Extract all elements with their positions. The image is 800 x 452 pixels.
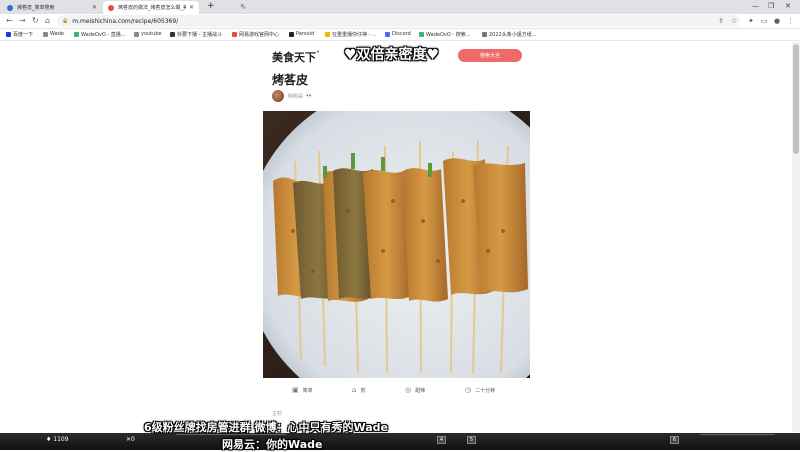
lock-icon: 🔒	[62, 18, 69, 24]
reload-icon[interactable]: ↻	[32, 16, 39, 25]
recipe-title: 烤茖皮	[272, 73, 309, 87]
meta-technique: ⌂ 煎	[352, 386, 366, 394]
minimize-icon[interactable]: —	[752, 2, 759, 10]
tab-title: 烤茖皮_简单搜索	[17, 5, 55, 11]
ingredients-label: 主料	[272, 411, 283, 417]
bookmark-icon	[134, 31, 139, 37]
bookmark-icon	[419, 32, 424, 37]
bookmark-icon	[74, 32, 79, 37]
stream-subtitle-line-1: 6级粉丝牌找房管进群 微博：心中只有秀的Wade	[144, 421, 388, 434]
recipe-tab-favicon-icon	[108, 4, 114, 11]
author-badge-icon: 👀	[306, 93, 313, 99]
key-4: 4	[437, 436, 446, 444]
bookmark-item[interactable]: youtube	[134, 31, 162, 37]
tab-title: 烤茖皮的做法_烤茖皮怎么做_美	[118, 5, 186, 11]
bookmark-icon	[232, 32, 237, 37]
bookmark-icon	[6, 32, 11, 37]
tab-search[interactable]: 烤茖皮_简单搜索 ✕	[2, 1, 102, 14]
home-icon[interactable]: ⌂	[45, 16, 50, 25]
bookmark-item[interactable]: 百度一下	[6, 31, 33, 38]
bookmark-icon	[482, 32, 487, 37]
bookmark-star-icon[interactable]: ☆	[731, 17, 737, 25]
maximize-icon[interactable]: ❐	[768, 2, 774, 10]
bookmark-item[interactable]: Wade	[43, 31, 64, 37]
bookmark-icon	[43, 31, 48, 37]
cooking-pot-icon: ⌂	[352, 386, 357, 394]
key-5: 5	[467, 436, 476, 444]
bookmark-item[interactable]: Parsoid	[289, 31, 314, 37]
bookmark-item[interactable]: WadeOvO - 直播...	[74, 31, 126, 38]
difficulty-icon: ▣	[292, 386, 299, 394]
food-image	[263, 111, 530, 378]
tab-recipe[interactable]: 烤茖皮的做法_烤茖皮怎么做_美 ✕	[103, 1, 199, 14]
bookmark-icon	[170, 32, 175, 37]
profile-icon[interactable]: ●	[774, 17, 780, 25]
site-logo[interactable]: 美食天下•	[272, 49, 320, 65]
clock-icon: ◷	[465, 386, 472, 394]
bookmark-icon	[325, 32, 330, 37]
close-tab-icon[interactable]: ✕	[92, 4, 97, 11]
author-avatar[interactable]	[272, 90, 284, 102]
scrollbar-thumb[interactable]	[793, 44, 799, 154]
share-icon[interactable]: ⇪	[718, 17, 724, 25]
meta-difficulty: ▣ 简单	[292, 386, 313, 394]
zero-counter: ✕0	[126, 436, 135, 443]
search-tab-favicon-icon	[7, 4, 13, 11]
new-tab-button[interactable]: +	[207, 1, 215, 11]
menu-icon[interactable]: ⋮	[787, 17, 794, 25]
viewer-count: ♦ 1109	[46, 436, 69, 443]
bookmark-item[interactable]: 2022头条小姐方纸...	[482, 31, 537, 38]
bookmark-item[interactable]: Discord	[385, 31, 411, 37]
stream-overlay-text: ♥双倍亲密度♥	[344, 47, 440, 63]
close-window-icon[interactable]: ✕	[785, 2, 791, 10]
bookmark-item[interactable]: 网易游戏官网中心	[232, 31, 279, 38]
meta-time: ◷ 二十分钟	[465, 386, 496, 394]
forward-icon[interactable]: →	[19, 16, 26, 25]
taste-icon: ◎	[405, 386, 412, 394]
bookmarks-bar: 百度一下 Wade WadeOvO - 直播... youtube 抖要下播 -…	[0, 29, 800, 41]
recipe-photo	[263, 111, 530, 378]
sidebar-icon[interactable]: ▭	[761, 17, 768, 25]
back-icon[interactable]: ←	[6, 16, 13, 25]
mouse-cursor-icon: ⇖	[240, 2, 247, 11]
bookmark-icon	[385, 31, 390, 37]
page-scrollbar[interactable]	[792, 42, 800, 432]
close-tab-icon[interactable]: ✕	[189, 4, 194, 11]
bookmark-item[interactable]: 在重重播你仔神 - ...	[325, 31, 377, 38]
extensions-icon[interactable]: ✦	[748, 17, 754, 25]
meta-taste: ◎ 甜辣	[405, 386, 426, 394]
search-all-button[interactable]: 搜索大全	[458, 49, 522, 62]
url-text: m.meishichina.com/recipe/605369/	[72, 17, 179, 25]
bookmark-icon	[289, 31, 294, 37]
stream-bottom-bar: ♦ 1109 ✕0 4 5 6	[0, 433, 800, 450]
key-6: 6	[670, 436, 679, 444]
bookmark-item[interactable]: 抖要下播 - 主播战斗	[170, 31, 222, 38]
bookmark-item[interactable]: WadeOvO - 搜索...	[419, 31, 471, 38]
address-bar[interactable]: 🔒 m.meishichina.com/recipe/605369/	[57, 15, 740, 27]
author-name[interactable]: 明明哥	[288, 93, 303, 100]
browser-toolbar: ← → ↻ ⌂ 🔒 m.meishichina.com/recipe/60536…	[0, 14, 800, 29]
tab-bar: 烤茖皮_简单搜索 ✕ 烤茖皮的做法_烤茖皮怎么做_美 ✕ + ⇖ — ❐ ✕	[0, 0, 800, 14]
